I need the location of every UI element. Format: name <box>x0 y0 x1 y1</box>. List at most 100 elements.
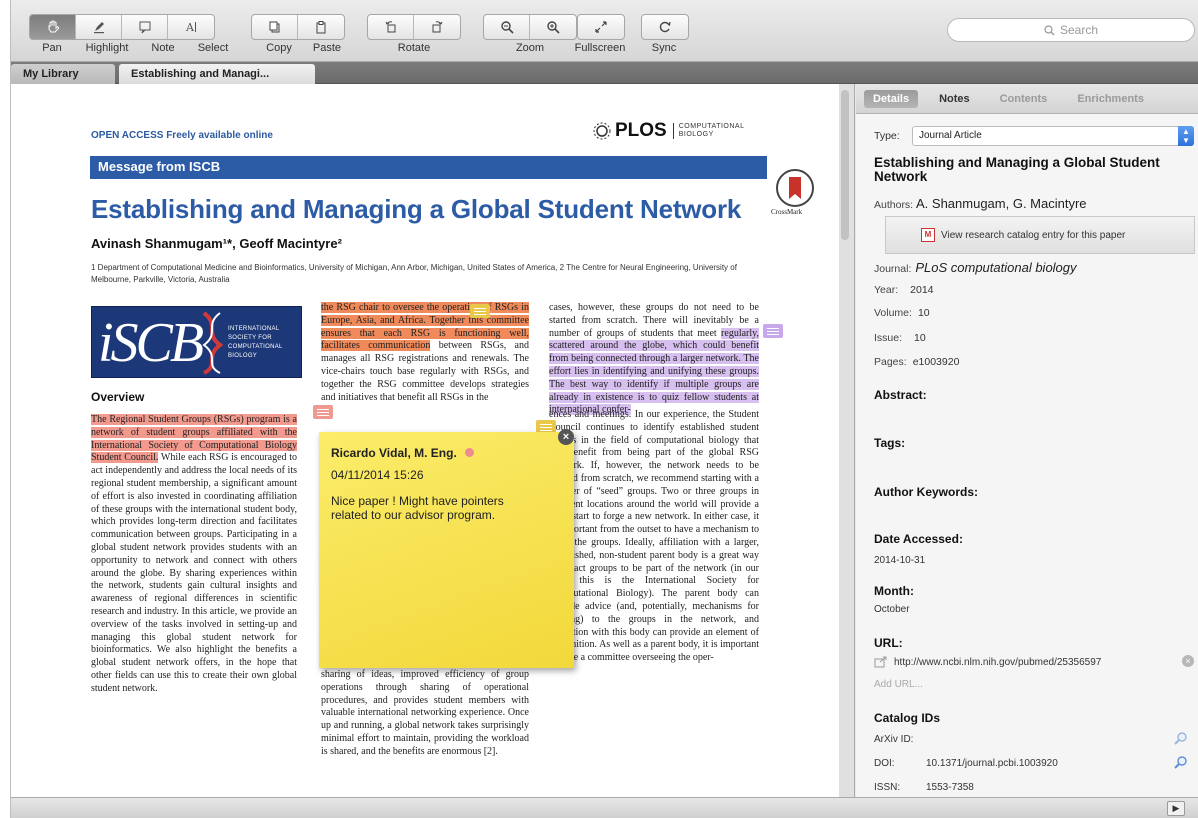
journal-row[interactable]: Journal: PLoS computational biology <box>874 260 1077 275</box>
hand-icon <box>48 20 59 33</box>
year-row[interactable]: Year: 2014 <box>874 284 934 296</box>
note-color-dot[interactable] <box>464 448 474 458</box>
journal-label: Journal: <box>874 263 912 275</box>
select-label: Select <box>197 42 229 54</box>
document-viewer[interactable]: OPEN ACCESS Freely available online PLOS… <box>11 84 855 797</box>
rotate-right-button[interactable] <box>414 15 460 39</box>
copy-button[interactable] <box>252 15 298 39</box>
sync-label: Sync <box>651 42 677 54</box>
plos-logo: PLOS COMPUTATIONAL BIOLOGY <box>593 120 744 142</box>
body-text: sharing of ideas, improved efficiency of… <box>321 669 529 757</box>
zoom-group <box>483 14 577 40</box>
author-keywords-heading[interactable]: Author Keywords: <box>874 485 978 499</box>
rotate-left-button[interactable] <box>368 15 414 39</box>
highlight-purple[interactable]: regularly, scattered around the globe, w… <box>549 327 759 416</box>
tab-contents[interactable]: Contents <box>991 90 1057 108</box>
plos-word: PLOS <box>615 120 667 141</box>
rotate-group <box>367 14 461 40</box>
note-marker-icon[interactable] <box>313 405 333 419</box>
details-tabs: Details Notes Contents Enrichments <box>856 84 1198 114</box>
svg-text:A: A <box>185 21 195 34</box>
fullscreen-button[interactable] <box>578 15 624 39</box>
overview-heading: Overview <box>91 390 145 404</box>
sync-group <box>641 14 689 40</box>
abstract-heading[interactable]: Abstract: <box>874 388 927 402</box>
fullscreen-icon <box>595 21 607 33</box>
text-column-2[interactable]: the RSG chair to oversee the operation o… <box>321 302 529 404</box>
issue-row[interactable]: Issue: 10 <box>874 332 926 344</box>
url-row[interactable]: http://www.ncbi.nlm.nih.gov/pubmed/25356… <box>874 655 1194 668</box>
doi-label: DOI: <box>874 758 895 769</box>
volume-row[interactable]: Volume: 10 <box>874 307 930 319</box>
note-text[interactable]: Nice paper ! Might have pointers related… <box>331 494 531 522</box>
note-label: Note <box>151 42 175 54</box>
highlighter-icon <box>93 22 104 34</box>
url-value[interactable]: http://www.ncbi.nlm.nih.gov/pubmed/25356… <box>894 657 1101 668</box>
tool-mode-segmented: A <box>29 14 215 40</box>
date-accessed-value[interactable]: 2014-10-31 <box>874 555 925 566</box>
crossmark-label: CrossMark <box>771 208 803 216</box>
article-authors: Avinash Shanmugam¹*, Geoff Macintyre² <box>91 236 342 251</box>
iscb-logo-caption: INTERNATIONAL SOCIETY FOR COMPUTATIONAL BIO… <box>228 326 283 359</box>
tab-document[interactable]: Establishing and Managi... <box>119 64 315 84</box>
crossmark-icon[interactable] <box>775 168 815 208</box>
catalog-button-label: View research catalog entry for this pap… <box>941 229 1126 241</box>
sidebar-toggle-icon[interactable]: ▶ <box>1167 801 1185 816</box>
arxiv-label: ArXiv ID: <box>874 734 914 745</box>
select-tool-button[interactable]: A <box>168 15 214 39</box>
body-text: ences and meetings. In our experience, t… <box>549 409 759 664</box>
search-placeholder: Search <box>1059 23 1099 37</box>
sync-button[interactable] <box>642 15 688 39</box>
sticky-note-popup[interactable]: Ricardo Vidal, M. Eng. 04/11/2014 15:26 … <box>319 429 574 668</box>
details-authors[interactable]: Authors: A. Shanmugam, G. Macintyre <box>874 196 1087 211</box>
date-accessed-heading: Date Accessed: <box>874 532 963 546</box>
highlight-label: Highlight <box>85 42 129 54</box>
status-bar: ▶ <box>11 797 1198 818</box>
copy-icon <box>269 21 279 33</box>
arxiv-row[interactable]: ArXiv ID: <box>874 732 1194 746</box>
issn-value[interactable]: 1553-7358 <box>926 782 974 793</box>
text-column-2-lower[interactable]: sharing of ideas, improved efficiency of… <box>321 669 529 759</box>
rotate-right-icon <box>432 21 443 33</box>
tab-my-library[interactable]: My Library <box>11 64 115 84</box>
lookup-icon[interactable] <box>1174 732 1188 746</box>
pan-label: Pan <box>42 42 62 54</box>
month-heading: Month: <box>874 584 914 598</box>
add-url-field[interactable]: Add URL... <box>874 679 923 690</box>
issn-label: ISSN: <box>874 782 901 793</box>
type-select[interactable]: Journal Article ▲ ▼ <box>912 126 1194 146</box>
document-scrollbar[interactable] <box>841 90 849 240</box>
text-column-3-lower[interactable]: ences and meetings. In our experience, t… <box>549 409 759 665</box>
search-input[interactable]: Search <box>947 18 1195 42</box>
pan-tool-button[interactable] <box>30 15 76 39</box>
note-tool-button[interactable] <box>122 15 168 39</box>
tab-details[interactable]: Details <box>864 89 919 108</box>
lookup-icon[interactable] <box>1174 756 1188 770</box>
tags-heading[interactable]: Tags: <box>874 436 905 450</box>
view-catalog-button[interactable]: M View research catalog entry for this p… <box>885 216 1195 254</box>
note-marker-icon[interactable] <box>470 304 490 318</box>
doi-value[interactable]: 10.1371/journal.pcbi.1003920 <box>926 758 1058 769</box>
type-value: Journal Article <box>919 130 982 141</box>
text-column-3[interactable]: cases, however, these groups do not need… <box>549 302 759 417</box>
note-date: 04/11/2014 15:26 <box>331 468 424 482</box>
tab-notes[interactable]: Notes <box>930 90 979 108</box>
details-title[interactable]: Establishing and Managing a Global Stude… <box>874 156 1174 184</box>
tab-enrichments[interactable]: Enrichments <box>1068 90 1153 108</box>
pdf-page[interactable]: OPEN ACCESS Freely available online PLOS… <box>11 84 839 797</box>
month-value[interactable]: October <box>874 604 910 615</box>
type-label: Type: <box>874 130 900 142</box>
note-marker-icon[interactable] <box>763 324 783 338</box>
zoom-out-button[interactable] <box>484 15 530 39</box>
zoom-in-button[interactable] <box>530 15 576 39</box>
close-icon[interactable]: × <box>558 429 574 445</box>
doi-row[interactable]: DOI: 10.1371/journal.pcbi.1003920 <box>874 756 1194 770</box>
text-column-1[interactable]: The Regional Student Groups (RSGs) progr… <box>91 414 297 696</box>
article-affiliations: 1 Department of Computational Medicine a… <box>91 263 737 284</box>
tool-mode-group: A <box>29 14 215 40</box>
paste-button[interactable] <box>298 15 344 39</box>
highlight-tool-button[interactable] <box>76 15 122 39</box>
issn-row[interactable]: ISSN: 1553-7358 <box>874 782 1194 793</box>
remove-url-icon[interactable]: × <box>1182 655 1194 667</box>
pages-row[interactable]: Pages: e1003920 <box>874 356 959 368</box>
